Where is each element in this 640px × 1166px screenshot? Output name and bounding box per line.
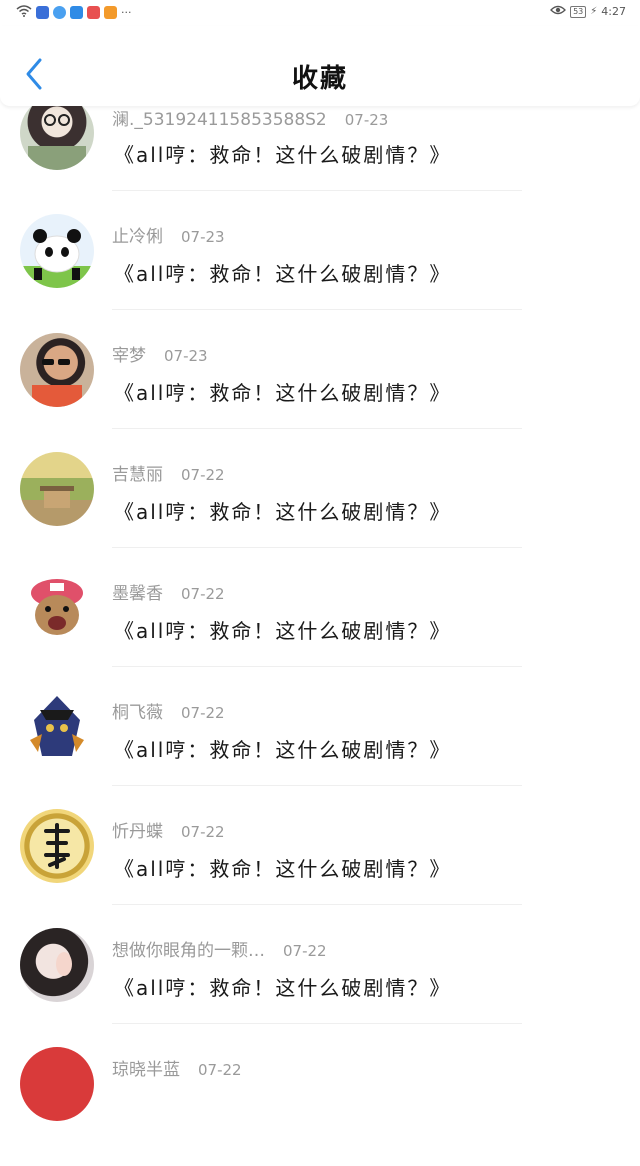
item-date: 07-23 bbox=[164, 347, 208, 365]
item-meta: 止冷俐 07-23 bbox=[112, 222, 225, 247]
item-title[interactable]: 《all哼：救命！这什么破剧情？》 bbox=[114, 496, 451, 525]
avatar[interactable] bbox=[20, 333, 94, 407]
cartoon-chopper-icon bbox=[31, 579, 83, 635]
item-date: 07-22 bbox=[283, 942, 327, 960]
avatar[interactable] bbox=[20, 96, 94, 170]
author-name: 止冷俐 bbox=[112, 227, 163, 247]
list-item[interactable]: 宰梦 07-23 《all哼：救命！这什么破剧情？》 bbox=[0, 333, 640, 452]
avatar[interactable] bbox=[20, 928, 94, 1002]
item-title[interactable]: 《all哼：救命！这什么破剧情？》 bbox=[114, 734, 451, 763]
battery-indicator: 53 bbox=[570, 5, 587, 18]
divider bbox=[112, 309, 522, 310]
charging-icon: ⚡ bbox=[590, 6, 598, 17]
item-title[interactable]: 《all哼：救命！这什么破剧情？》 bbox=[114, 615, 451, 644]
gamepad-app-icon bbox=[36, 6, 49, 19]
wifi-icon bbox=[16, 5, 32, 20]
list-item[interactable]: 桐飞薇 07-22 《all哼：救命！这什么破剧情？》 bbox=[0, 690, 640, 809]
item-meta: 琼晓半蓝 07-22 bbox=[112, 1055, 242, 1080]
item-date: 07-23 bbox=[181, 228, 225, 246]
status-icons-right: 53 ⚡ 4:27 bbox=[550, 5, 626, 18]
avatar[interactable] bbox=[20, 809, 94, 883]
item-date: 07-23 bbox=[344, 111, 389, 129]
item-meta: 桐飞薇 07-22 bbox=[112, 698, 225, 723]
item-title[interactable]: 《all哼：救命！这什么破剧情？》 bbox=[114, 972, 451, 1001]
item-meta: 吉慧丽 07-22 bbox=[112, 460, 225, 485]
author-name: 想做你眼角的一颗… bbox=[112, 941, 265, 961]
divider bbox=[112, 190, 522, 191]
divider bbox=[112, 666, 522, 667]
divider bbox=[112, 428, 522, 429]
top-app-bar: 收藏 bbox=[0, 26, 640, 106]
list-item[interactable]: 吉慧丽 07-22 《all哼：救命！这什么破剧情？》 bbox=[0, 452, 640, 571]
item-meta: 忻丹蝶 07-22 bbox=[112, 817, 225, 842]
avatar[interactable] bbox=[20, 452, 94, 526]
status-bar: ··· 53 ⚡ 4:27 bbox=[0, 0, 640, 26]
item-date: 07-22 bbox=[181, 585, 225, 603]
red-app-icon bbox=[87, 6, 100, 19]
play-app-icon bbox=[104, 6, 117, 19]
divider bbox=[112, 547, 522, 548]
author-name: 桐飞薇 bbox=[112, 703, 163, 723]
list-item[interactable]: 澜._531924115853588S2 07-23 《all哼：救命！这什么破剧… bbox=[0, 96, 640, 218]
list-item[interactable]: 想做你眼角的一颗… 07-22 《all哼：救命！这什么破剧情？》 bbox=[0, 928, 640, 1047]
item-date: 07-22 bbox=[181, 704, 225, 722]
page-title: 收藏 bbox=[291, 64, 348, 94]
item-meta: 澜._531924115853588S2 07-23 bbox=[112, 105, 388, 130]
game-character-icon bbox=[30, 696, 84, 756]
author-name: 墨馨香 bbox=[112, 584, 163, 604]
item-title[interactable]: 《all哼：救命！这什么破剧情？》 bbox=[114, 258, 451, 287]
avatar[interactable] bbox=[20, 1047, 94, 1121]
author-name: 忻丹蝶 bbox=[112, 822, 163, 842]
landscape-icon bbox=[40, 486, 74, 508]
fu-coin-icon bbox=[44, 823, 70, 869]
panda-icon bbox=[20, 229, 94, 288]
list-item[interactable]: 忻丹蝶 07-22 《all哼：救命！这什么破剧情？》 bbox=[0, 809, 640, 928]
girl-photo-icon bbox=[56, 952, 72, 976]
item-title[interactable]: 《all哼：救命！这什么破剧情？》 bbox=[114, 853, 451, 882]
author-name: 琼晓半蓝 bbox=[112, 1060, 180, 1080]
sunglasses-icon bbox=[32, 359, 82, 407]
more-notifications-icon: ··· bbox=[121, 6, 132, 19]
music-app-icon bbox=[53, 6, 66, 19]
item-title[interactable]: 《all哼：救命！这什么破剧情？》 bbox=[114, 377, 451, 406]
list-item[interactable]: 止冷俐 07-23 《all哼：救命！这什么破剧情？》 bbox=[0, 214, 640, 333]
item-meta: 墨馨香 07-22 bbox=[112, 579, 225, 604]
divider bbox=[112, 904, 522, 905]
author-name: 澜._531924115853588S2 bbox=[112, 110, 327, 130]
list-item[interactable]: 墨馨香 07-22 《all哼：救命！这什么破剧情？》 bbox=[0, 571, 640, 690]
divider bbox=[112, 1023, 522, 1024]
author-name: 吉慧丽 bbox=[112, 465, 163, 485]
item-meta: 想做你眼角的一颗… 07-22 bbox=[112, 936, 327, 961]
clock: 4:27 bbox=[601, 5, 626, 18]
cloud-app-icon bbox=[70, 6, 83, 19]
avatar[interactable] bbox=[20, 571, 94, 645]
divider bbox=[112, 785, 522, 786]
item-title[interactable]: 《all哼：救命！这什么破剧情？》 bbox=[114, 139, 451, 168]
list-item[interactable]: 琼晓半蓝 07-22 bbox=[0, 1047, 640, 1166]
avatar[interactable] bbox=[20, 690, 94, 764]
author-name: 宰梦 bbox=[112, 346, 146, 366]
item-date: 07-22 bbox=[181, 823, 225, 841]
status-icons-left: ··· bbox=[16, 5, 132, 20]
item-meta: 宰梦 07-23 bbox=[112, 341, 208, 366]
item-date: 07-22 bbox=[198, 1061, 242, 1079]
item-date: 07-22 bbox=[181, 466, 225, 484]
avatar[interactable] bbox=[20, 214, 94, 288]
eye-icon bbox=[550, 5, 566, 18]
avatar-photo-glasses-icon bbox=[28, 114, 86, 170]
